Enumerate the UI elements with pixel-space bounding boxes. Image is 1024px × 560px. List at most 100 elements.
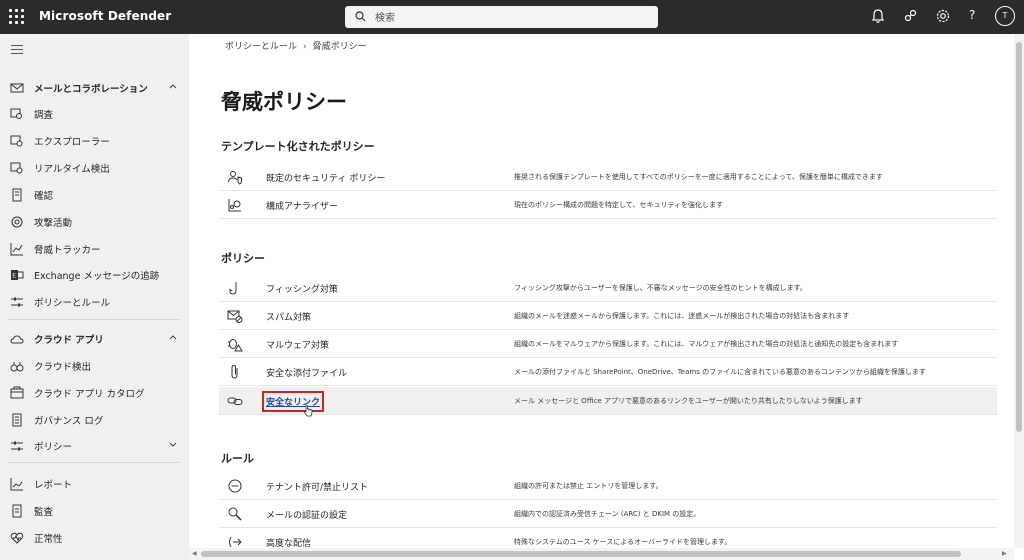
sidebar-item-label: 攻撃活動 xyxy=(34,218,73,229)
sidebar-item-label: 脅威トラッカー xyxy=(34,245,101,256)
analyzer-icon xyxy=(228,199,241,212)
settings-gear-icon[interactable] xyxy=(935,8,953,26)
policy-row-anti-spam[interactable]: スパム対策 組織のメールを迷惑メールから保護します。これには、迷惑メールが検出さ… xyxy=(219,302,997,330)
policy-name[interactable]: 構成アナライザー xyxy=(266,199,338,212)
vertical-scrollbar-thumb[interactable] xyxy=(1016,42,1022,432)
investigation-icon xyxy=(10,108,22,119)
bug-warning-icon xyxy=(228,339,243,352)
vertical-scrollbar[interactable] xyxy=(1014,34,1024,548)
sidebar-item-health[interactable]: 正常性 xyxy=(0,526,189,550)
chevron-up-icon[interactable] xyxy=(167,80,179,92)
policy-name[interactable]: マルウェア対策 xyxy=(266,338,329,351)
heart-pulse-icon xyxy=(10,532,24,544)
sidebar-item-audit[interactable]: 監査 xyxy=(0,499,189,523)
report-chart-icon xyxy=(10,478,23,491)
people-shield-icon xyxy=(228,171,242,185)
policy-name[interactable]: スパム対策 xyxy=(266,310,311,323)
hamburger-menu-icon[interactable] xyxy=(11,45,23,55)
sidebar-item-label: ポリシー xyxy=(34,442,73,453)
app-title[interactable]: Microsoft Defender xyxy=(39,9,171,23)
policy-row-safe-attachments[interactable]: 安全な添付ファイル メールの添付ファイルと SharePoint、OneDriv… xyxy=(219,358,997,386)
sidebar-item-investigations[interactable]: 調査 xyxy=(0,102,189,126)
main-content: ポリシーとルール › 脅威ポリシー 脅威ポリシー テンプレート化されたポリシー 既定… xyxy=(189,34,1014,548)
avatar[interactable]: T xyxy=(995,6,1015,26)
section-heading-rules: ルール xyxy=(221,452,254,465)
breadcrumb-item[interactable]: ポリシーとルール xyxy=(225,39,297,52)
policy-row-advanced-delivery[interactable]: 高度な配信 特殊なシステムのユース ケースによるオーバーライドを管理します。 xyxy=(219,528,997,548)
search-icon xyxy=(355,11,366,22)
sidebar-item-exchange-trace[interactable]: E Exchange メッセージの追跡 xyxy=(0,263,189,287)
sidebar-item-explorer[interactable]: エクスプローラー xyxy=(0,129,189,153)
sidebar-item-cloud-app-catalog[interactable]: クラウド アプリ カタログ xyxy=(0,381,189,405)
hand-cursor-icon xyxy=(303,405,313,417)
sidebar-item-realtime-detection[interactable]: リアルタイム検出 xyxy=(0,156,189,180)
sidebar-item-policies-rules[interactable]: ポリシーとルール xyxy=(0,290,189,314)
scroll-right-arrow-icon[interactable]: ▶ xyxy=(1002,550,1007,557)
horizontal-scrollbar-thumb[interactable] xyxy=(201,551,961,557)
sidebar-item-review[interactable]: 確認 xyxy=(0,183,189,207)
svg-text:E: E xyxy=(12,273,16,280)
chevron-down-icon[interactable] xyxy=(167,438,179,450)
policy-name[interactable]: 既定のセキュリティ ポリシー xyxy=(266,171,385,184)
cloud-icon xyxy=(10,335,24,344)
sidebar-item-label: レポート xyxy=(34,480,73,491)
policy-description: メールの添付ファイルと SharePoint、OneDrive、Teams のフ… xyxy=(514,368,926,376)
policy-row-email-auth[interactable]: メールの認証の設定 組織内での認証済み受信チェーン (ARC) と DKIM の… xyxy=(219,500,997,528)
policy-name[interactable]: テナント許可/禁止リスト xyxy=(266,480,368,493)
policy-description: 特殊なシステムのユース ケースによるオーバーライドを管理します。 xyxy=(514,538,732,546)
policy-name[interactable]: 高度な配信 xyxy=(266,536,311,548)
sidebar-item-cloud-discovery[interactable]: クラウド検出 xyxy=(0,354,189,378)
policy-name[interactable]: メールの認証の設定 xyxy=(266,508,347,521)
mail-block-icon xyxy=(227,310,243,323)
policy-name[interactable]: フィッシング対策 xyxy=(266,282,338,295)
block-circle-icon xyxy=(228,479,242,493)
link-icon xyxy=(227,397,243,405)
sidebar-item-cloud-policies[interactable]: ポリシー xyxy=(0,434,189,458)
policy-row-anti-malware[interactable]: マルウェア対策 組織のメールをマルウェアから保護します。これには、マルウェアが検… xyxy=(219,330,997,358)
policy-description: フィッシング攻撃からユーザーを保護し、不審なメッセージの安全性のヒントを構成しま… xyxy=(514,284,807,292)
sidebar-item-label: 確認 xyxy=(34,191,54,202)
help-icon[interactable]: ? xyxy=(969,8,975,22)
sliders-icon xyxy=(11,441,23,451)
policy-description: 組織内での認証済み受信チェーン (ARC) と DKIM の設定。 xyxy=(514,510,701,518)
sidebar-group-email-collab[interactable]: メールとコラボレーション xyxy=(0,76,189,100)
sidebar-item-label: ガバナンス ログ xyxy=(34,416,104,427)
top-bar: Microsoft Defender ? T xyxy=(0,0,1024,34)
paperclip-icon xyxy=(231,364,238,379)
policy-row-preset-security[interactable]: 既定のセキュリティ ポリシー 推奨される保護テンプレートを使用してすべてのポリシ… xyxy=(219,163,997,191)
policy-description: 組織のメールを迷惑メールから保護します。これには、迷惑メールが検出された場合の対… xyxy=(514,312,850,320)
sidebar: メールとコラボレーション 調査 エクスプローラー リアルタイム検出 確認 攻撃活… xyxy=(0,34,189,560)
sliders-icon xyxy=(11,297,23,307)
policy-row-tenant-allow-block[interactable]: テナント許可/禁止リスト 組織の許可または禁止 エントリを管理します。 xyxy=(219,472,997,500)
audit-icon xyxy=(12,504,22,518)
policy-row-anti-phishing[interactable]: フィッシング対策 フィッシング攻撃からユーザーを保護し、不審なメッセージの安全性… xyxy=(219,274,997,302)
sidebar-item-governance-log[interactable]: ガバナンス ログ xyxy=(0,408,189,432)
sidebar-item-campaigns[interactable]: 攻撃活動 xyxy=(0,210,189,234)
horizontal-scrollbar[interactable]: ◀ ▶ xyxy=(189,548,1014,560)
app-launcher-icon[interactable] xyxy=(9,9,25,25)
chevron-up-icon[interactable] xyxy=(167,331,179,343)
sidebar-item-label: 調査 xyxy=(34,110,54,121)
scroll-left-arrow-icon[interactable]: ◀ xyxy=(192,550,197,557)
policy-description: 組織の許可または禁止 エントリを管理します。 xyxy=(514,482,663,490)
policy-row-safe-links[interactable]: 安全なリンク メール メッセージと Office アプリで悪意のあるリンクをユー… xyxy=(219,387,997,415)
sidebar-group-label: クラウド アプリ xyxy=(34,335,104,346)
sidebar-item-label: リアルタイム検出 xyxy=(34,164,110,175)
breadcrumb-current: 脅威ポリシー xyxy=(312,42,367,52)
policy-row-config-analyzer[interactable]: 構成アナライザー 現在のポリシー構成の問題を特定して、セキュリティを強化します xyxy=(219,191,997,219)
key-search-icon xyxy=(228,507,242,521)
sidebar-group-cloud-apps[interactable]: クラウド アプリ xyxy=(0,327,189,351)
sidebar-item-reports[interactable]: レポート xyxy=(0,472,189,496)
policy-name[interactable]: 安全な添付ファイル xyxy=(266,366,347,379)
explorer-icon xyxy=(10,135,23,147)
sidebar-item-label: クラウド検出 xyxy=(34,362,92,373)
search-input[interactable] xyxy=(373,8,647,28)
sidebar-item-threat-tracker[interactable]: 脅威トラッカー xyxy=(0,237,189,261)
exchange-icon: E xyxy=(11,270,24,280)
sidebar-item-label: Exchange メッセージの追跡 xyxy=(34,271,160,282)
community-icon[interactable] xyxy=(903,8,921,26)
search-box[interactable] xyxy=(345,6,658,28)
target-icon xyxy=(11,216,23,228)
bell-icon[interactable] xyxy=(871,8,889,26)
policy-description: 推奨される保護テンプレートを使用してすべてのポリシーを一度に適用することによって… xyxy=(514,173,883,181)
